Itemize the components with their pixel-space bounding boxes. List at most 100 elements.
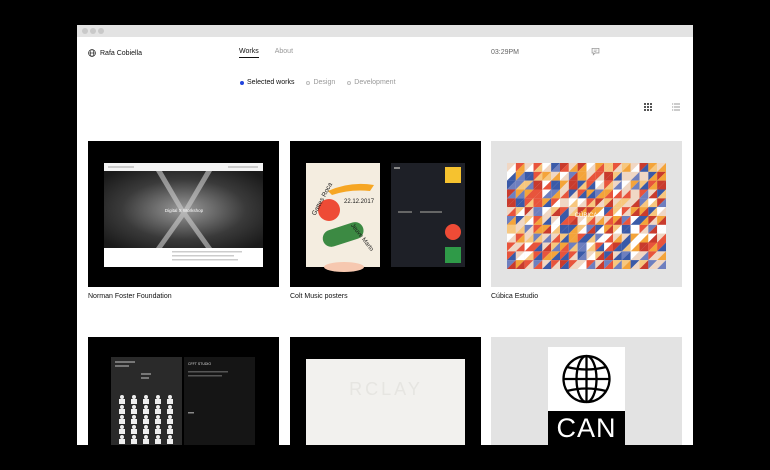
figure-body — [131, 439, 137, 444]
nav-works[interactable]: Works — [239, 48, 259, 58]
project-card-6[interactable]: CAN — [491, 337, 682, 445]
project-card-colt-music[interactable]: 22.12.2017 Gattes Roca Jeuve Marto Colt … — [290, 141, 481, 300]
project-thumbnail: CAN — [491, 337, 682, 445]
works-filters: Selected works Design Development — [240, 79, 396, 86]
clock: 03:29PM — [491, 49, 520, 56]
filter-label: Design — [313, 79, 336, 86]
figure-body — [155, 399, 161, 404]
figure-head — [156, 415, 160, 419]
figure-body — [155, 439, 161, 444]
colt-music-preview: 22.12.2017 Gattes Roca Jeuve Marto — [306, 163, 465, 272]
globe-icon — [88, 49, 96, 57]
filter-design[interactable]: Design — [306, 79, 335, 86]
figure-body — [167, 429, 173, 434]
cubica-preview: CÚBICA — [507, 163, 666, 269]
figure-body — [155, 429, 161, 434]
can-poster: CAN — [548, 347, 625, 445]
figure-body — [167, 439, 173, 444]
filter-dot-icon — [306, 80, 311, 85]
figure-body — [143, 429, 149, 434]
figure-head — [132, 395, 136, 399]
figure-body — [119, 419, 125, 424]
figure-head — [132, 435, 136, 439]
filter-label: Development — [354, 79, 396, 86]
figure-head — [120, 405, 124, 409]
filter-selected-works[interactable]: Selected works — [240, 79, 294, 86]
filter-dot-icon — [347, 80, 352, 85]
list-view-icon[interactable] — [672, 103, 680, 111]
figure-head — [156, 425, 160, 429]
filter-label: Selected works — [247, 79, 295, 86]
window-minimize-button[interactable] — [90, 28, 96, 34]
figure-body — [119, 409, 125, 414]
project-thumbnail: Digital X Workshop — [88, 141, 279, 287]
figure-head — [132, 415, 136, 419]
figure-head — [120, 415, 124, 419]
studio-preview: CFFT STUDIO — [111, 357, 255, 445]
main-nav: Works About — [239, 48, 293, 58]
preview-watermark: RCLAY — [349, 379, 423, 399]
figure-head — [168, 435, 172, 439]
project-thumbnail: CÚBICA — [491, 141, 682, 287]
figure-body — [143, 409, 149, 414]
project-thumbnail: CFFT STUDIO — [88, 337, 279, 445]
figure-head — [168, 395, 172, 399]
preview-logo: CÚBICA — [575, 212, 598, 219]
figure-head — [144, 405, 148, 409]
figure-body — [143, 399, 149, 404]
figure-head — [132, 405, 136, 409]
figure-head — [144, 395, 148, 399]
project-card-5[interactable]: RCLAY — [290, 337, 481, 445]
filter-development[interactable]: Development — [347, 79, 396, 86]
figure-body — [167, 409, 173, 414]
figure-body — [155, 409, 161, 414]
figure-body — [167, 419, 173, 424]
window-zoom-button[interactable] — [98, 28, 104, 34]
figure-body — [167, 399, 173, 404]
poster-date: 22.12.2017 — [344, 199, 375, 205]
figure-head — [120, 435, 124, 439]
filter-dot-icon — [240, 80, 244, 85]
browser-window: Rafa Cobiella Works About 03:29PM Select… — [77, 25, 693, 445]
figure-body — [143, 439, 149, 444]
figure-body — [131, 409, 137, 414]
can-label-block: CAN — [548, 411, 625, 445]
figure-head — [168, 425, 172, 429]
figure-body — [143, 419, 149, 424]
figure-body — [119, 399, 125, 404]
chat-icon[interactable] — [591, 47, 600, 56]
figure-head — [156, 405, 160, 409]
project-card-cubica[interactable]: CÚBICA Cúbica Estudio — [491, 141, 682, 300]
project-title: Colt Music posters — [290, 293, 348, 300]
figure-body — [131, 419, 137, 424]
rclay-preview: RCLAY — [306, 359, 465, 445]
figure-head — [156, 395, 160, 399]
figure-head — [144, 425, 148, 429]
brand-name: Rafa Cobiella — [100, 49, 143, 57]
preview-headline: Digital X Workshop — [165, 208, 204, 213]
project-thumbnail: RCLAY — [290, 337, 481, 445]
window-titlebar — [77, 25, 693, 37]
can-label: CAN — [556, 413, 617, 443]
norman-foster-preview: Digital X Workshop — [104, 163, 263, 267]
top-navigation: Rafa Cobiella Works About 03:29PM — [77, 37, 693, 71]
brand-link[interactable]: Rafa Cobiella — [88, 49, 142, 57]
grid-view-icon[interactable] — [644, 103, 652, 111]
project-card-norman-foster[interactable]: Digital X Workshop Norman Foster Foundat… — [88, 141, 279, 300]
figure-body — [131, 429, 137, 434]
preview-title: CFFT STUDIO — [188, 362, 211, 366]
figure-head — [120, 425, 124, 429]
nav-about[interactable]: About — [275, 48, 293, 58]
project-title: Norman Foster Foundation — [88, 293, 172, 300]
globe-icon — [562, 354, 611, 404]
project-card-4[interactable]: CFFT STUDIO — [88, 337, 279, 445]
figure-head — [144, 435, 148, 439]
window-close-button[interactable] — [82, 28, 88, 34]
figure-body — [131, 399, 137, 404]
project-title: Cúbica Estudio — [491, 293, 539, 300]
figure-head — [120, 395, 124, 399]
project-thumbnail: 22.12.2017 Gattes Roca Jeuve Marto — [290, 141, 481, 287]
figure-head — [132, 425, 136, 429]
figure-body — [155, 419, 161, 424]
figure-body — [119, 439, 125, 444]
